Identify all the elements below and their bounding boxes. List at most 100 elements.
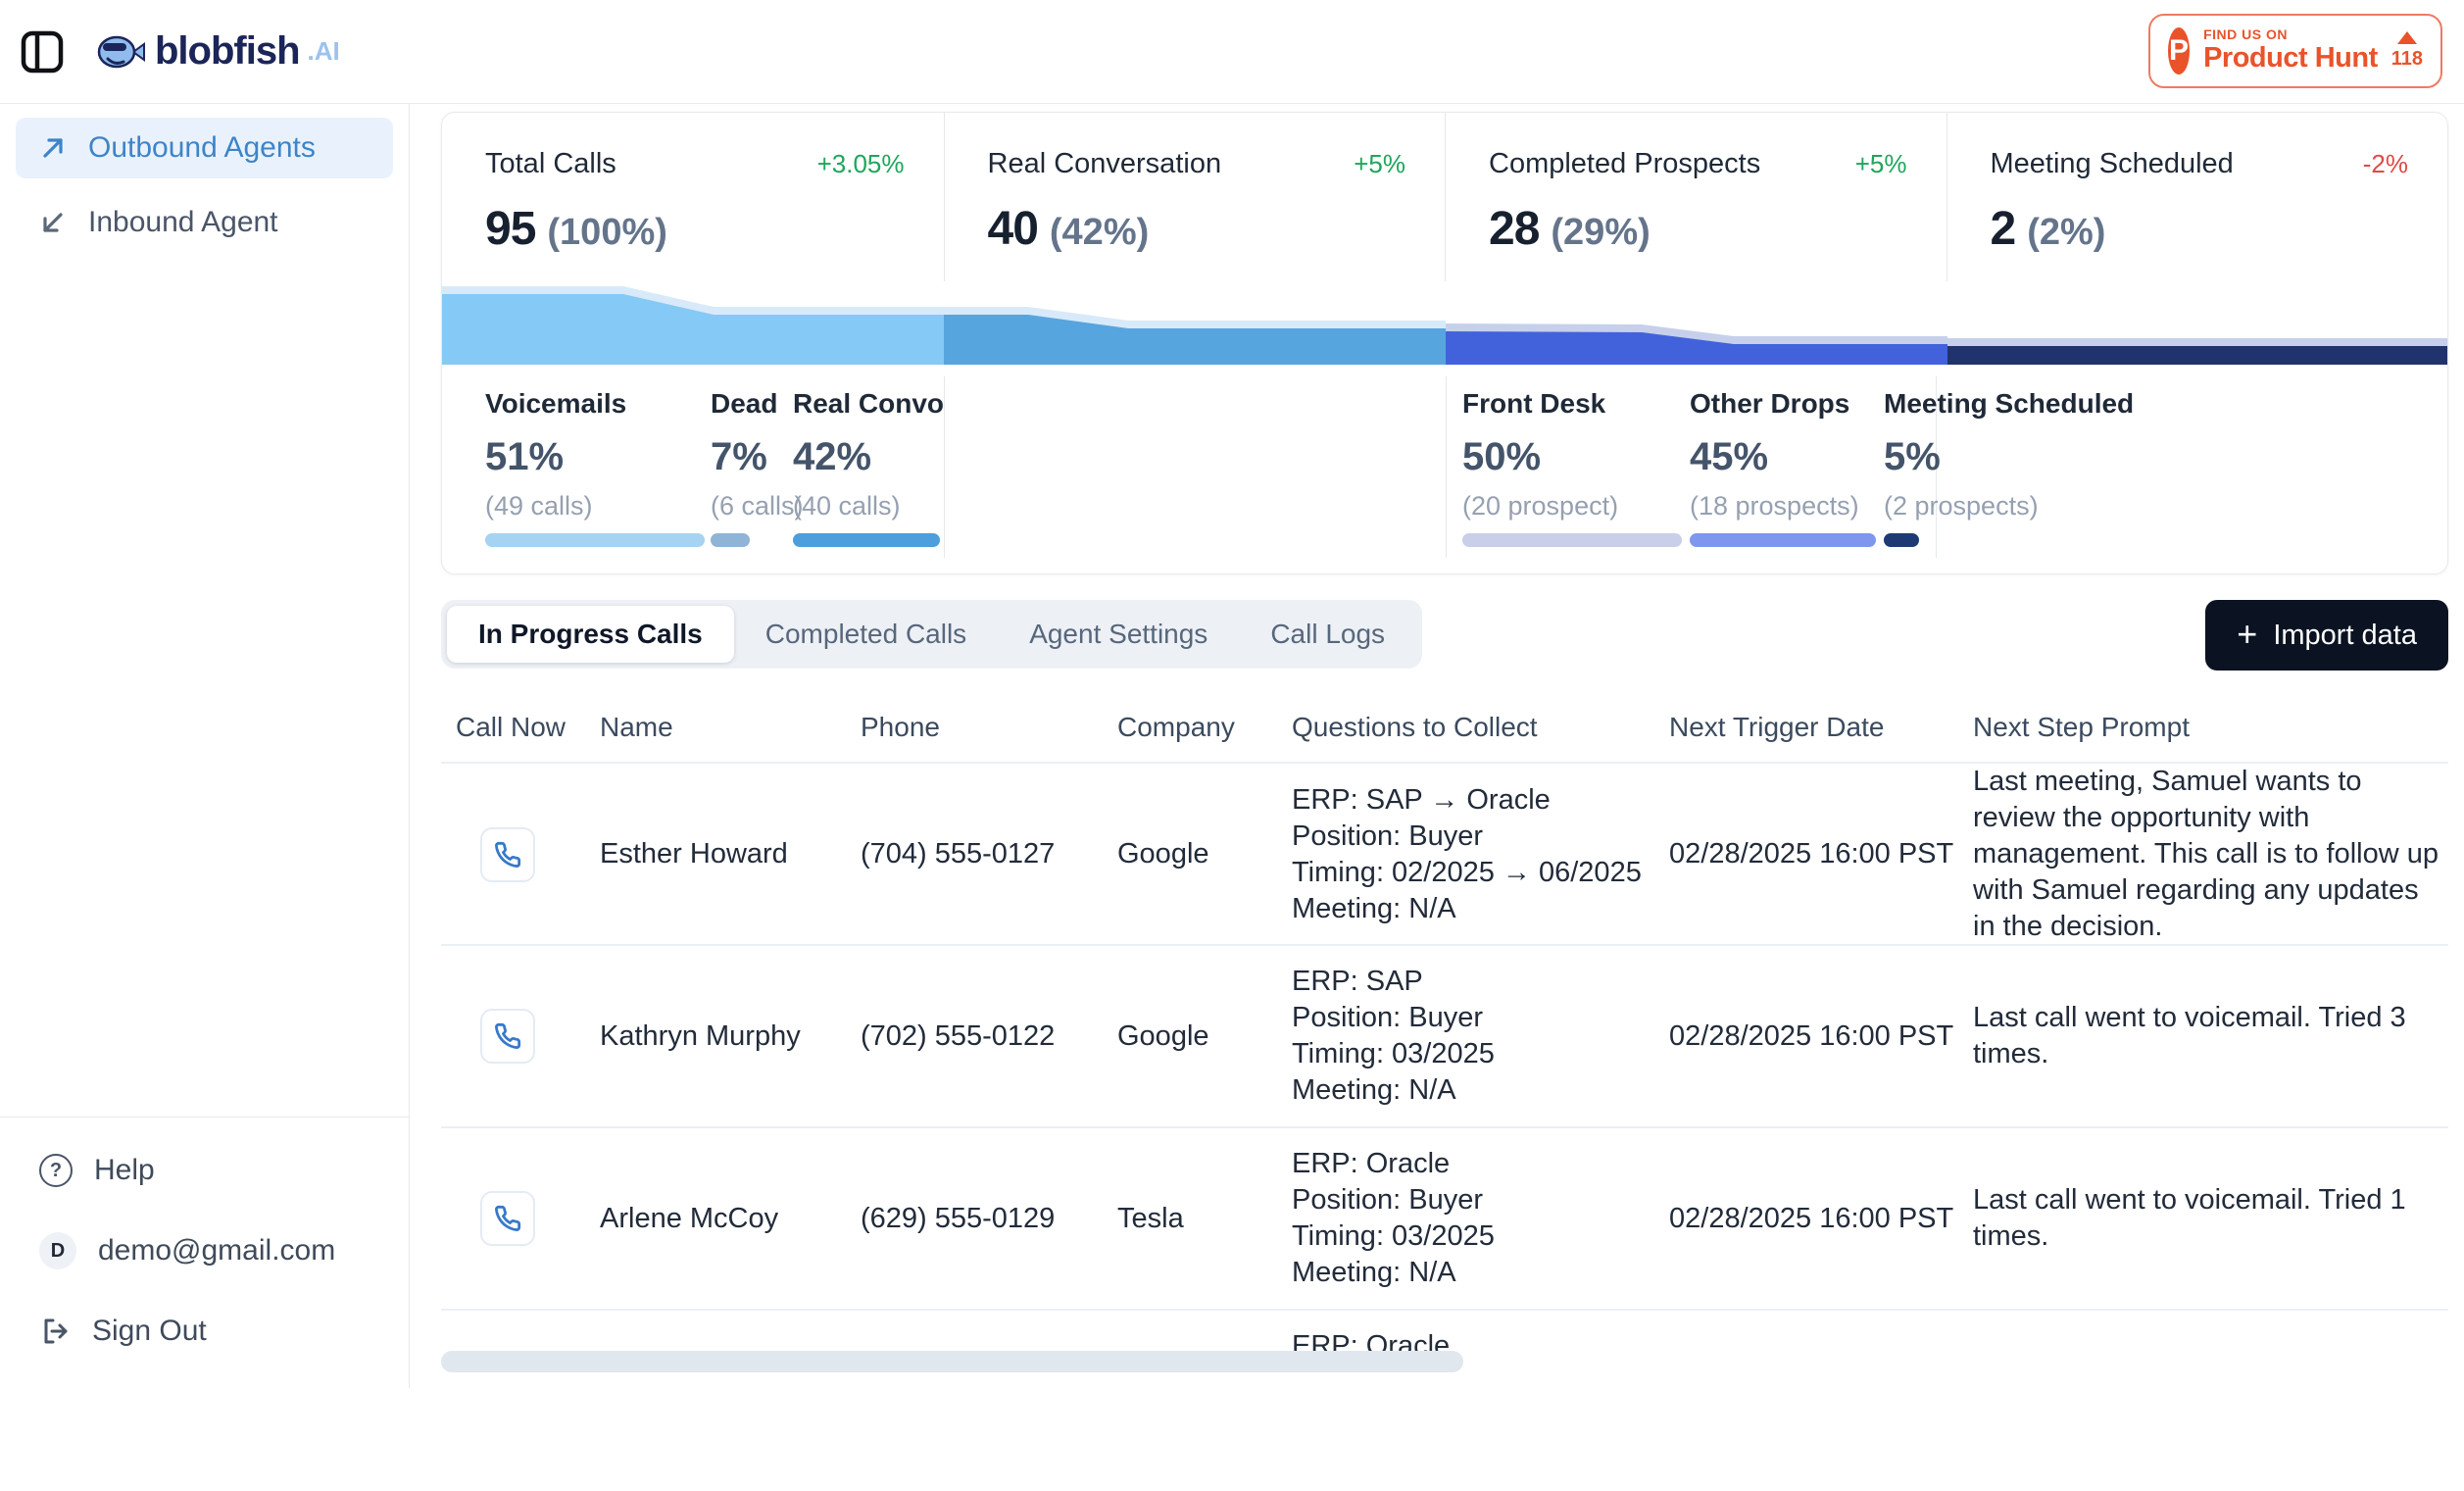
arrow-up-right-icon: [39, 134, 67, 162]
account-item[interactable]: D demo@gmail.com: [16, 1223, 393, 1278]
sidebar-toggle-button[interactable]: [20, 29, 65, 75]
tab-agent-settings[interactable]: Agent Settings: [998, 606, 1239, 663]
cell-company: Google: [1117, 838, 1292, 870]
phone-icon: [494, 841, 521, 869]
breakdown-meeting-scheduled: Meeting Scheduled 5% (2 prospects): [1884, 388, 2134, 547]
tab-in-progress-calls[interactable]: In Progress Calls: [447, 606, 734, 663]
breakdown-label: Meeting Scheduled: [1884, 388, 2134, 420]
stat-label: Completed Prospects: [1489, 148, 1760, 180]
breakdown-pct: 42%: [793, 435, 944, 479]
funnel-breakdown: Voicemails 51% (49 calls) Dead 7% (6 cal…: [442, 365, 2447, 574]
product-hunt-badge[interactable]: P FIND US ON Product Hunt 118: [2148, 14, 2442, 88]
main-content: Total Calls +3.05% 95 (100%) Real Conver…: [410, 104, 2464, 1388]
cell-name: Kathryn Murphy: [600, 1020, 861, 1053]
breakdown-label: Front Desk: [1462, 388, 1682, 420]
breakdown-note: (49 calls): [485, 491, 705, 522]
sign-out-button[interactable]: Sign Out: [16, 1304, 393, 1359]
cell-next-trigger: 02/28/2025 16:00 PST: [1669, 1203, 1973, 1235]
breakdown-dead: Dead 7% (6 calls): [711, 388, 804, 547]
cell-phone: (704) 555-0127: [861, 838, 1117, 870]
help-label: Help: [94, 1154, 155, 1187]
breakdown-label: Dead: [711, 388, 804, 420]
stat-meeting-scheduled: Meeting Scheduled -2% 2 (2%): [1947, 113, 2448, 281]
col-company: Company: [1117, 712, 1292, 743]
cell-name: Arlene McCoy: [600, 1203, 861, 1235]
call-now-button[interactable]: [480, 827, 535, 882]
product-hunt-tagline: FIND US ON: [2203, 27, 2378, 42]
breakdown-note: (20 prospect): [1462, 491, 1682, 522]
cell-questions: ERP: Oracle Position: Buyer Timing: 03/2…: [1292, 1146, 1669, 1291]
calls-table: Call Now Name Phone Company Questions to…: [441, 693, 2448, 1388]
breakdown-real-convo: Real Convo 42% (40 calls): [793, 388, 944, 547]
horizontal-scrollbar[interactable]: [441, 1351, 1463, 1372]
sidebar-item-label: Inbound Agent: [88, 206, 278, 239]
blobfish-fish-icon: [96, 30, 147, 74]
stat-delta: +5%: [1855, 149, 1907, 179]
breakdown-note: (2 prospects): [1884, 491, 2134, 522]
table-row: ERP: Oracle: [441, 1309, 2448, 1491]
breakdown-note: (6 calls): [711, 491, 804, 522]
blobfish-logo[interactable]: blobfish .AI: [96, 29, 340, 74]
divider: [1446, 376, 1447, 558]
col-next-trigger: Next Trigger Date: [1669, 712, 1973, 743]
stat-share: (29%): [1551, 212, 1650, 254]
tab-call-logs[interactable]: Call Logs: [1239, 606, 1416, 663]
stat-label: Real Conversation: [988, 148, 1222, 180]
breakdown-bar: [711, 533, 750, 547]
stat-real-conversation: Real Conversation +5% 40 (42%): [944, 113, 1446, 281]
phone-icon: [494, 1022, 521, 1050]
sidebar-item-inbound-agent[interactable]: Inbound Agent: [16, 192, 393, 253]
breakdown-pct: 5%: [1884, 435, 2134, 479]
sidebar-item-label: Outbound Agents: [88, 131, 316, 165]
table-header-row: Call Now Name Phone Company Questions to…: [441, 693, 2448, 762]
cell-phone: (702) 555-0122: [861, 1020, 1117, 1053]
col-questions: Questions to Collect: [1292, 712, 1669, 743]
breakdown-label: Real Convo: [793, 388, 944, 420]
cell-company: Tesla: [1117, 1203, 1292, 1235]
stat-value: 95: [485, 202, 535, 256]
help-icon: ?: [39, 1154, 73, 1187]
stat-share: (2%): [2027, 212, 2105, 254]
import-data-button[interactable]: + Import data: [2205, 600, 2448, 671]
product-hunt-upvote[interactable]: 118: [2391, 31, 2423, 71]
sidebar-item-outbound-agents[interactable]: Outbound Agents: [16, 118, 393, 178]
sidebar: Outbound Agents Inbound Agent ? Help D d…: [0, 104, 410, 1388]
tab-bar: In Progress Calls Completed Calls Agent …: [441, 600, 1422, 669]
call-now-button[interactable]: [480, 1009, 535, 1064]
cell-next-step: Last meeting, Samuel wants to review the…: [1973, 764, 2448, 945]
breakdown-bar: [1462, 533, 1682, 547]
stat-share: (100%): [547, 212, 667, 254]
brand-name: blobfish: [155, 29, 300, 74]
upvote-count: 118: [2391, 48, 2423, 71]
breakdown-bar: [1884, 533, 1919, 547]
call-now-button[interactable]: [480, 1191, 535, 1246]
col-phone: Phone: [861, 712, 1117, 743]
col-next-step: Next Step Prompt: [1973, 712, 2448, 743]
breakdown-pct: 50%: [1462, 435, 1682, 479]
plus-icon: +: [2237, 617, 2257, 652]
table-row: Arlene McCoy (629) 555-0129 Tesla ERP: O…: [441, 1126, 2448, 1309]
upvote-triangle-icon: [2397, 31, 2417, 44]
cell-next-step: Last call went to voicemail. Tried 1 tim…: [1973, 1182, 2448, 1255]
avatar: D: [39, 1232, 76, 1269]
breakdown-voicemails: Voicemails 51% (49 calls): [485, 388, 705, 547]
breakdown-bar: [1690, 533, 1876, 547]
brand-suffix: .AI: [308, 36, 340, 67]
divider: [944, 376, 945, 558]
import-data-label: Import data: [2273, 620, 2417, 652]
table-row: Esther Howard (704) 555-0127 Google ERP:…: [441, 762, 2448, 944]
stat-share: (42%): [1050, 212, 1149, 254]
stat-delta: -2%: [2363, 149, 2408, 179]
breakdown-pct: 7%: [711, 435, 804, 479]
sign-out-icon: [39, 1316, 71, 1347]
phone-icon: [494, 1205, 521, 1232]
cell-questions: ERP: SAP Position: Buyer Timing: 03/2025…: [1292, 964, 1669, 1109]
stat-delta: +3.05%: [817, 149, 905, 179]
sidebar-footer: ? Help D demo@gmail.com Sign Out: [0, 1117, 409, 1388]
breakdown-label: Other Drops: [1690, 388, 1876, 420]
stat-value: 28: [1489, 202, 1539, 256]
cell-name: Esther Howard: [600, 838, 861, 870]
help-button[interactable]: ? Help: [16, 1143, 393, 1198]
tab-completed-calls[interactable]: Completed Calls: [734, 606, 998, 663]
col-name: Name: [600, 712, 861, 743]
